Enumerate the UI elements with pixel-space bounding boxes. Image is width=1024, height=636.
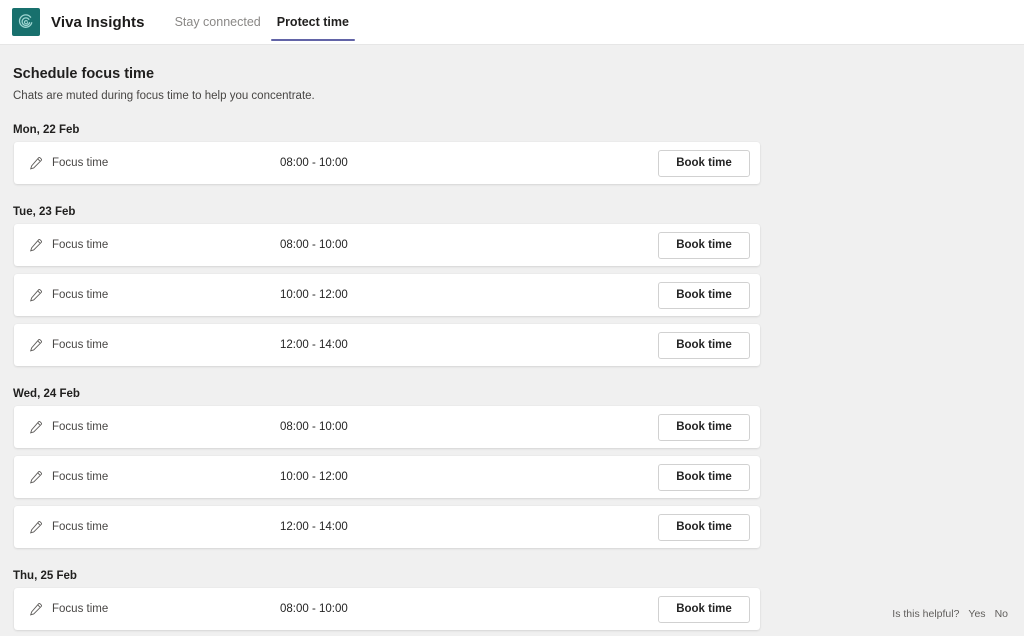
focus-time-label: Focus time bbox=[52, 289, 109, 301]
book-time-button[interactable]: Book time bbox=[658, 413, 750, 441]
day-label: Mon, 22 Feb bbox=[13, 124, 80, 136]
day-group: Thu, 25 Feb Focus time 08:00 - 10:00 Book t… bbox=[0, 570, 1024, 630]
tab-protect-time-label: Protect time bbox=[276, 15, 349, 29]
focus-time-range: 08:00 - 10:00 bbox=[280, 421, 348, 433]
app-header: Viva Insights Stay connected Protect tim… bbox=[0, 0, 1024, 45]
pencil-icon bbox=[27, 237, 43, 253]
viva-insights-app: Viva Insights Stay connected Protect tim… bbox=[0, 0, 1024, 636]
page-title: Schedule focus time bbox=[13, 66, 155, 82]
day-rows: Focus time 08:00 - 10:00 Book time Focus ti… bbox=[0, 224, 1024, 366]
focus-time-range: 10:00 - 12:00 bbox=[280, 289, 348, 301]
page-subtitle: Chats are muted during focus time to hel… bbox=[13, 90, 315, 102]
focus-time-label: Focus time bbox=[52, 421, 109, 433]
book-time-button[interactable]: Book time bbox=[658, 149, 750, 177]
focus-time-day-list: Mon, 22 Feb Focus time 08:00 - 10:00 Book t… bbox=[0, 124, 1024, 630]
focus-time-range: 08:00 - 10:00 bbox=[280, 239, 348, 251]
focus-time-row[interactable]: Focus time 08:00 - 10:00 Book time bbox=[14, 224, 760, 266]
focus-time-row[interactable]: Focus time 08:00 - 10:00 Book time bbox=[14, 142, 760, 184]
day-group: Tue, 23 Feb Focus time 08:00 - 10:00 Book t… bbox=[0, 206, 1024, 366]
book-time-button[interactable]: Book time bbox=[658, 513, 750, 541]
day-rows: Focus time 08:00 - 10:00 Book time Focus ti… bbox=[0, 406, 1024, 548]
pencil-icon bbox=[27, 337, 43, 353]
pencil-icon bbox=[27, 469, 43, 485]
focus-time-row[interactable]: Focus time 08:00 - 10:00 Book time bbox=[14, 406, 760, 448]
feedback-no-link[interactable]: No bbox=[995, 608, 1008, 620]
focus-time-range: 08:00 - 10:00 bbox=[280, 157, 348, 169]
book-time-button[interactable]: Book time bbox=[658, 231, 750, 259]
book-time-button[interactable]: Book time bbox=[658, 463, 750, 491]
focus-time-row[interactable]: Focus time 10:00 - 12:00 Book time bbox=[14, 274, 760, 316]
tab-stay-connected[interactable]: Stay connected bbox=[167, 0, 269, 45]
pencil-icon bbox=[27, 287, 43, 303]
header-tabs: Stay connected Protect time bbox=[167, 0, 357, 45]
feedback-yes-link[interactable]: Yes bbox=[968, 608, 985, 620]
focus-time-label: Focus time bbox=[52, 157, 109, 169]
book-time-button[interactable]: Book time bbox=[658, 595, 750, 623]
day-rows: Focus time 08:00 - 10:00 Book time bbox=[0, 142, 1024, 184]
day-rows: Focus time 08:00 - 10:00 Book time bbox=[0, 588, 1024, 630]
focus-time-range: 10:00 - 12:00 bbox=[280, 471, 348, 483]
focus-time-row[interactable]: Focus time 12:00 - 14:00 Book time bbox=[14, 324, 760, 366]
focus-time-label: Focus time bbox=[52, 239, 109, 251]
focus-time-row[interactable]: Focus time 10:00 - 12:00 Book time bbox=[14, 456, 760, 498]
feedback-bar: Is this helpful? Yes No bbox=[892, 608, 1008, 620]
pencil-icon bbox=[27, 601, 43, 617]
focus-time-label: Focus time bbox=[52, 471, 109, 483]
focus-time-label: Focus time bbox=[52, 603, 109, 615]
day-label: Wed, 24 Feb bbox=[13, 388, 80, 400]
focus-time-label: Focus time bbox=[52, 521, 109, 533]
pencil-icon bbox=[27, 419, 43, 435]
focus-time-label: Focus time bbox=[52, 339, 109, 351]
focus-time-range: 12:00 - 14:00 bbox=[280, 521, 348, 533]
focus-time-range: 08:00 - 10:00 bbox=[280, 603, 348, 615]
day-label: Tue, 23 Feb bbox=[13, 206, 76, 218]
tab-protect-time[interactable]: Protect time bbox=[269, 0, 357, 45]
page-content: Schedule focus time Chats are muted duri… bbox=[0, 45, 1024, 636]
brand-title: Viva Insights bbox=[51, 13, 145, 31]
pencil-icon bbox=[27, 155, 43, 171]
tab-stay-connected-label: Stay connected bbox=[174, 15, 261, 29]
focus-time-row[interactable]: Focus time 12:00 - 14:00 Book time bbox=[14, 506, 760, 548]
book-time-button[interactable]: Book time bbox=[658, 281, 750, 309]
day-group: Mon, 22 Feb Focus time 08:00 - 10:00 Book t… bbox=[0, 124, 1024, 184]
feedback-prompt: Is this helpful? bbox=[892, 608, 960, 620]
pencil-icon bbox=[27, 519, 43, 535]
focus-time-row[interactable]: Focus time 08:00 - 10:00 Book time bbox=[14, 588, 760, 630]
viva-insights-spiral-icon bbox=[12, 8, 40, 36]
focus-time-range: 12:00 - 14:00 bbox=[280, 339, 348, 351]
day-group: Wed, 24 Feb Focus time 08:00 - 10:00 Book t… bbox=[0, 388, 1024, 548]
book-time-button[interactable]: Book time bbox=[658, 331, 750, 359]
day-label: Thu, 25 Feb bbox=[13, 570, 77, 582]
